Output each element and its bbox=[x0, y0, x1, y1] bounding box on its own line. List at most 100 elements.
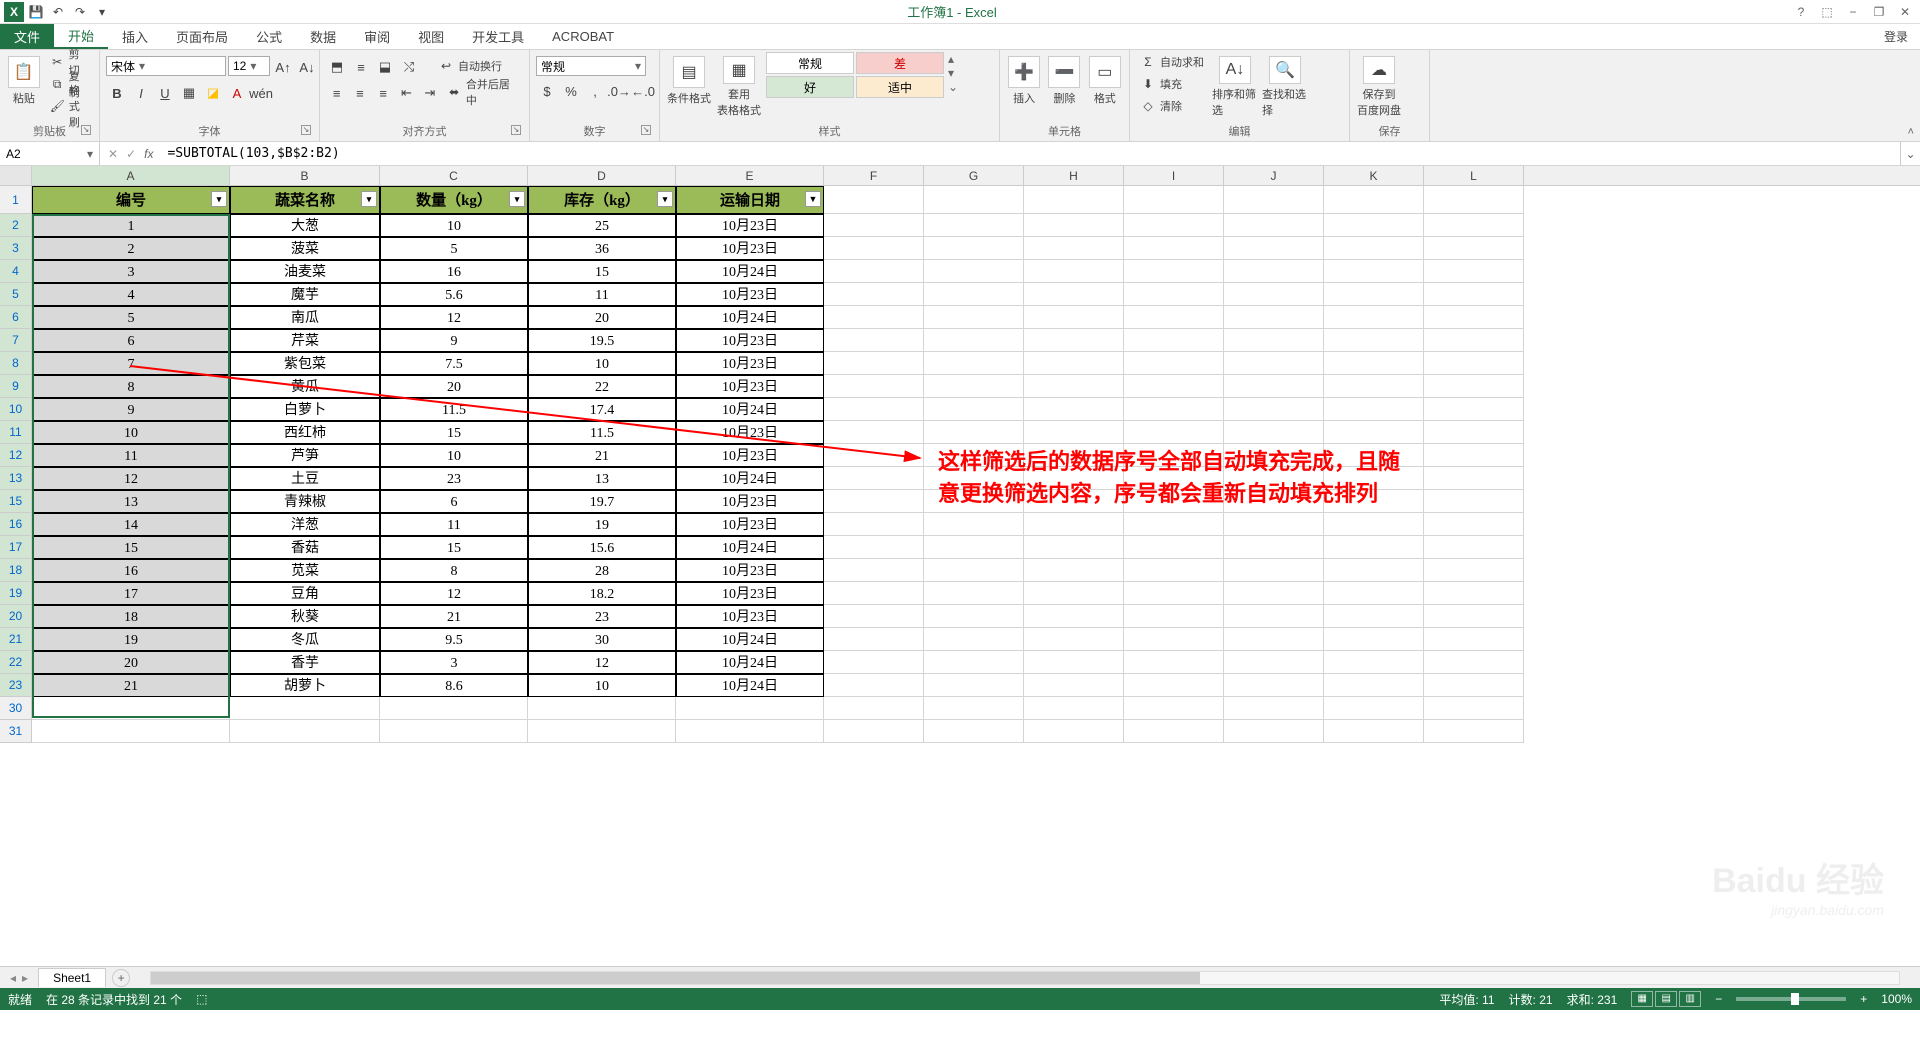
cell-D13[interactable]: 13 bbox=[528, 467, 676, 490]
cell-empty[interactable] bbox=[1224, 186, 1324, 214]
cell-empty[interactable] bbox=[924, 536, 1024, 559]
align-middle-button[interactable]: ≡ bbox=[350, 56, 372, 78]
cell-E11[interactable]: 10月23日 bbox=[676, 421, 824, 444]
cell-empty[interactable] bbox=[924, 352, 1024, 375]
cell-A11[interactable]: 10 bbox=[32, 421, 230, 444]
filter-button-0[interactable]: ▾ bbox=[211, 191, 227, 207]
phonetic-button[interactable]: wén bbox=[250, 82, 272, 104]
cell-empty[interactable] bbox=[676, 697, 824, 720]
cell-empty[interactable] bbox=[924, 283, 1024, 306]
cell-A4[interactable]: 3 bbox=[32, 260, 230, 283]
cell-empty[interactable] bbox=[1024, 260, 1124, 283]
fill-button[interactable]: ⬇填充 bbox=[1136, 74, 1208, 94]
row-header-31[interactable]: 31 bbox=[0, 720, 32, 743]
decrease-indent-button[interactable]: ⇤ bbox=[396, 82, 417, 104]
cell-A15[interactable]: 13 bbox=[32, 490, 230, 513]
font-color-button[interactable]: A bbox=[226, 82, 248, 104]
cell-D4[interactable]: 15 bbox=[528, 260, 676, 283]
cell-empty[interactable] bbox=[924, 260, 1024, 283]
cell-empty[interactable] bbox=[1324, 329, 1424, 352]
row-header-22[interactable]: 22 bbox=[0, 651, 32, 674]
cell-empty[interactable] bbox=[1424, 237, 1524, 260]
cell-B22[interactable]: 香芋 bbox=[230, 651, 380, 674]
format-as-table-button[interactable]: ▦套用 表格格式 bbox=[716, 52, 762, 118]
cell-empty[interactable] bbox=[1124, 283, 1224, 306]
merge-center-button[interactable]: ⬌合并后居中 bbox=[442, 82, 523, 102]
cell-empty[interactable] bbox=[824, 283, 924, 306]
cell-empty[interactable] bbox=[1224, 720, 1324, 743]
cell-empty[interactable] bbox=[230, 720, 380, 743]
cell-E23[interactable]: 10月24日 bbox=[676, 674, 824, 697]
cell-E17[interactable]: 10月24日 bbox=[676, 536, 824, 559]
cell-A18[interactable]: 16 bbox=[32, 559, 230, 582]
cell-empty[interactable] bbox=[1324, 536, 1424, 559]
row-header-5[interactable]: 5 bbox=[0, 283, 32, 306]
cell-empty[interactable] bbox=[824, 421, 924, 444]
column-header-D[interactable]: D bbox=[528, 166, 676, 185]
paste-button[interactable]: 📋 粘贴 bbox=[6, 52, 42, 118]
cell-empty[interactable] bbox=[1424, 490, 1524, 513]
cell-D22[interactable]: 12 bbox=[528, 651, 676, 674]
column-header-G[interactable]: G bbox=[924, 166, 1024, 185]
cell-empty[interactable] bbox=[1024, 398, 1124, 421]
row-header-11[interactable]: 11 bbox=[0, 421, 32, 444]
cell-empty[interactable] bbox=[824, 375, 924, 398]
cell-empty[interactable] bbox=[1224, 628, 1324, 651]
filter-button-1[interactable]: ▾ bbox=[361, 191, 377, 207]
decrease-decimal-button[interactable]: ←.0 bbox=[632, 80, 654, 102]
styles-scroll-down[interactable]: ▾ bbox=[948, 66, 958, 80]
cell-B2[interactable]: 大葱 bbox=[230, 214, 380, 237]
column-header-L[interactable]: L bbox=[1424, 166, 1524, 185]
cell-empty[interactable] bbox=[1124, 329, 1224, 352]
cell-empty[interactable] bbox=[1424, 375, 1524, 398]
cell-empty[interactable] bbox=[1424, 283, 1524, 306]
cell-empty[interactable] bbox=[1124, 559, 1224, 582]
cell-E8[interactable]: 10月23日 bbox=[676, 352, 824, 375]
cell-D10[interactable]: 17.4 bbox=[528, 398, 676, 421]
cell-E9[interactable]: 10月23日 bbox=[676, 375, 824, 398]
cell-E10[interactable]: 10月24日 bbox=[676, 398, 824, 421]
cell-empty[interactable] bbox=[1024, 329, 1124, 352]
cell-D12[interactable]: 21 bbox=[528, 444, 676, 467]
cell-empty[interactable] bbox=[1424, 605, 1524, 628]
cell-B3[interactable]: 菠菜 bbox=[230, 237, 380, 260]
cell-A21[interactable]: 19 bbox=[32, 628, 230, 651]
cell-C5[interactable]: 5.6 bbox=[380, 283, 528, 306]
cell-empty[interactable] bbox=[1024, 421, 1124, 444]
cell-C21[interactable]: 9.5 bbox=[380, 628, 528, 651]
cell-empty[interactable] bbox=[1424, 214, 1524, 237]
sheet-nav-next[interactable]: ▸ bbox=[22, 971, 28, 985]
cell-empty[interactable] bbox=[1424, 720, 1524, 743]
delete-cells-button[interactable]: ➖删除 bbox=[1046, 52, 1082, 118]
zoom-out-button[interactable]: − bbox=[1715, 992, 1722, 1006]
cell-E16[interactable]: 10月23日 bbox=[676, 513, 824, 536]
cell-empty[interactable] bbox=[824, 352, 924, 375]
cell-empty[interactable] bbox=[1324, 697, 1424, 720]
sort-filter-button[interactable]: A↓排序和筛选 bbox=[1212, 52, 1258, 118]
cell-empty[interactable] bbox=[924, 421, 1024, 444]
cell-empty[interactable] bbox=[824, 720, 924, 743]
cell-B16[interactable]: 洋葱 bbox=[230, 513, 380, 536]
cell-D11[interactable]: 11.5 bbox=[528, 421, 676, 444]
row-header-15[interactable]: 15 bbox=[0, 490, 32, 513]
sign-in-button[interactable]: 登录 bbox=[1872, 24, 1920, 49]
cell-empty[interactable] bbox=[824, 214, 924, 237]
cell-empty[interactable] bbox=[1124, 605, 1224, 628]
font-launcher[interactable]: ↘ bbox=[301, 125, 311, 135]
select-all-button[interactable] bbox=[0, 166, 32, 185]
cell-E18[interactable]: 10月23日 bbox=[676, 559, 824, 582]
row-header-12[interactable]: 12 bbox=[0, 444, 32, 467]
cell-D9[interactable]: 22 bbox=[528, 375, 676, 398]
cell-empty[interactable] bbox=[1124, 398, 1224, 421]
row-header-1[interactable]: 1 bbox=[0, 186, 32, 214]
expand-formula-bar-button[interactable]: ⌄ bbox=[1900, 142, 1920, 165]
cell-empty[interactable] bbox=[1424, 398, 1524, 421]
cell-A13[interactable]: 12 bbox=[32, 467, 230, 490]
filter-button-4[interactable]: ▼ bbox=[805, 191, 821, 207]
cell-empty[interactable] bbox=[1424, 306, 1524, 329]
cell-C10[interactable]: 11.5 bbox=[380, 398, 528, 421]
cell-empty[interactable] bbox=[1424, 697, 1524, 720]
cell-D23[interactable]: 10 bbox=[528, 674, 676, 697]
cell-C23[interactable]: 8.6 bbox=[380, 674, 528, 697]
cell-empty[interactable] bbox=[1324, 283, 1424, 306]
